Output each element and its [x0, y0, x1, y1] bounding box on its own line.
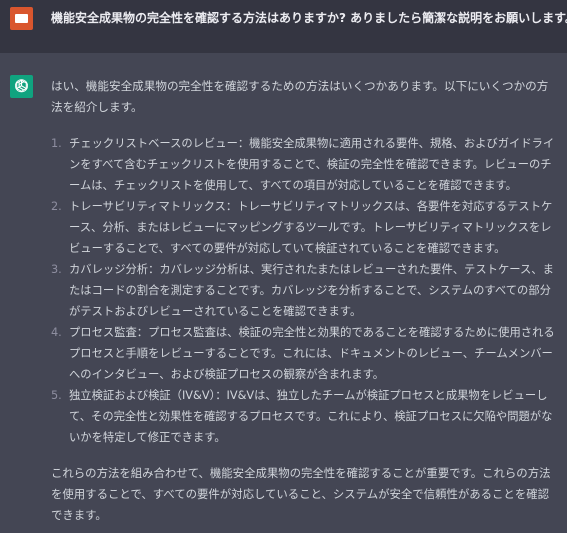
list-item-number: 1.	[51, 137, 62, 150]
list-item-number: 2.	[51, 200, 62, 213]
openai-logo-icon	[10, 75, 33, 98]
list-item: 4. プロセス監査：プロセス監査は、検証の完全性と効果的であることを確認するために…	[51, 322, 557, 385]
list-item: 2. トレーサビリティマトリックス：トレーサビリティマトリックスは、各要件を対応す…	[51, 196, 557, 259]
list-item: 3. カバレッジ分析：カバレッジ分析は、実行されたまたはレビューされた要件、テスト…	[51, 259, 557, 322]
method-list: 1. チェックリストベースのレビュー：機能安全成果物に適用される要件、規格、および…	[51, 133, 557, 448]
chat-page: 機能安全成果物の完全性を確認する方法はありますか? ありましたら簡潔な説明をお願…	[0, 0, 567, 533]
list-item-number: 4.	[51, 326, 62, 339]
list-item-text: チェックリストベースのレビュー：機能安全成果物に適用される要件、規格、およびガイ…	[69, 137, 555, 192]
user-message-text: 機能安全成果物の完全性を確認する方法はありますか? ありましたら簡潔な説明をお願…	[51, 11, 567, 25]
list-item-text: プロセス監査：プロセス監査は、検証の完全性と効果的であることを確認するために使用…	[69, 326, 555, 381]
list-item-number: 3.	[51, 263, 62, 276]
assistant-outro: これらの方法を組み合わせて、機能安全成果物の完全性を確認することが重要です。これ…	[51, 466, 551, 522]
user-message-row: 機能安全成果物の完全性を確認する方法はありますか? ありましたら簡潔な説明をお願…	[0, 0, 567, 53]
list-item-number: 5.	[51, 389, 62, 402]
assistant-message: はい、機能安全成果物の完全性を確認するための方法はいくつかあります。以下にいくつ…	[51, 76, 557, 526]
list-item: 1. チェックリストベースのレビュー：機能安全成果物に適用される要件、規格、および…	[51, 133, 557, 196]
assistant-intro: はい、機能安全成果物の完全性を確認するための方法はいくつかあります。以下にいくつ…	[51, 79, 549, 114]
user-avatar-icon	[10, 7, 33, 30]
list-item-text: カバレッジ分析：カバレッジ分析は、実行されたまたはレビューされた要件、テストケー…	[69, 263, 554, 318]
list-item-text: 独立検証および検証（IV&V）：IV&Vは、独立したチームが検証プロセスと成果物…	[69, 389, 553, 444]
list-item-text: トレーサビリティマトリックス：トレーサビリティマトリックスは、各要件を対応するテ…	[69, 200, 553, 255]
list-item: 5. 独立検証および検証（IV&V）：IV&Vは、独立したチームが検証プロセスと成…	[51, 385, 557, 448]
